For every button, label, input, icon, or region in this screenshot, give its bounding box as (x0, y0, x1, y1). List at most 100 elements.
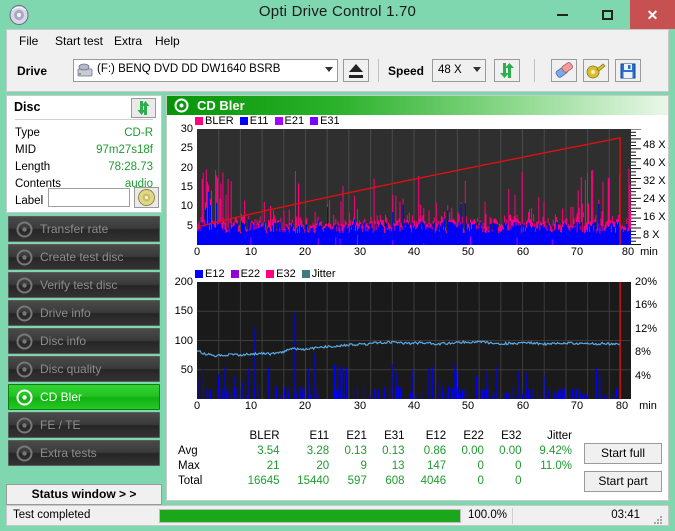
save-icon (616, 63, 640, 85)
ytick-5: 5 (186, 219, 193, 232)
ytick-150: 150 (174, 305, 193, 318)
speed-ruler-icon (631, 129, 641, 245)
disc-refresh-button[interactable] (131, 98, 156, 118)
disc-value-mid: 97m27s18f (96, 144, 153, 156)
maximize-icon (602, 9, 613, 20)
sidebar-item-extra-tests[interactable]: Extra tests (8, 440, 160, 466)
stats-total-e12: 4046 (420, 474, 447, 487)
xtick-60: 60 (516, 400, 530, 412)
legend-label-e22: E22 (240, 268, 261, 280)
stats-avg-jitter: 9.42% (539, 444, 572, 457)
close-button[interactable]: ✕ (630, 0, 675, 29)
title-bar: Opti Drive Control 1.70 ✕ (0, 0, 675, 29)
ytick-15: 15 (180, 181, 193, 193)
minimize-button[interactable] (540, 0, 585, 29)
stats-max-e11: 20 (316, 459, 330, 472)
disc-icon (16, 249, 33, 266)
legend-label-jitter: Jitter (311, 268, 336, 280)
xtick-60: 60 (516, 246, 530, 258)
menu-item-help[interactable]: Help (149, 32, 186, 50)
disc-key-label: Label (15, 195, 44, 207)
disc-tool-button[interactable] (583, 59, 609, 82)
sidebar-item-disc-info[interactable]: Disc info (8, 328, 160, 354)
ytick-30: 30 (180, 123, 193, 135)
eject-bar-icon (349, 75, 363, 78)
stats-col-e32: E32 (501, 429, 522, 442)
eject-button[interactable] (343, 59, 369, 82)
legend-swatch-e21 (274, 117, 283, 125)
status-bar: Test completed 100.0% 03:41 (6, 505, 669, 526)
speed-select[interactable]: 48 X (432, 59, 486, 82)
xlabel-min: min (639, 400, 657, 412)
maximize-button[interactable] (585, 0, 630, 29)
jitter-plot-svg (196, 282, 631, 399)
xtick-30: 30 (353, 246, 367, 258)
disc-icon (174, 98, 189, 113)
disc-panel-header: Disc (7, 96, 161, 119)
cd-icon (135, 189, 158, 211)
stats-col-e31: E31 (384, 429, 405, 442)
stats-col-e12: E12 (425, 429, 447, 442)
bler-plot-area[interactable] (196, 129, 632, 245)
xtick-70: 70 (570, 246, 584, 258)
save-button[interactable] (615, 59, 641, 82)
eraser-icon (552, 62, 576, 85)
erase-button[interactable] (551, 59, 577, 82)
speed-tick-16x: 16 X (643, 211, 666, 223)
start-part-button[interactable]: Start part (584, 471, 662, 492)
panel-header: CD Bler (167, 96, 668, 115)
label-input[interactable] (48, 188, 130, 207)
sidebar-label: Drive info (40, 306, 91, 320)
jitter-plot-area[interactable] (196, 282, 631, 399)
stats-col-bler: BLER (249, 429, 280, 442)
refresh-button[interactable] (494, 59, 520, 82)
jitter-percent-axis: 20% 16% 12% 8% 4% (631, 276, 668, 399)
disc-icon (16, 305, 33, 322)
stats-col-e21: E21 (346, 429, 367, 442)
bler-chart-legend: BLER E11 E21 E31 (195, 115, 346, 127)
xtick-20: 20 (298, 400, 312, 412)
sidebar-item-disc-quality[interactable]: Disc quality (8, 356, 160, 382)
progress-fill (160, 510, 460, 522)
stats-max-e21: 9 (360, 459, 367, 472)
panel-title: CD Bler (197, 98, 245, 113)
table-row: Max 21 20 9 13 147 0 0 11.0% (176, 458, 576, 473)
chevron-down-icon (473, 67, 481, 72)
menu-item-start-test[interactable]: Start test (49, 32, 109, 50)
speed-tick-48x: 48 X (643, 139, 666, 151)
xtick-0: 0 (193, 400, 201, 412)
menu-item-extra[interactable]: Extra (108, 32, 148, 50)
jitter-x-axis: 0 10 20 30 40 50 60 70 80 min (167, 400, 668, 414)
sidebar-item-create-test-disc[interactable]: Create test disc (8, 244, 160, 270)
disc-key-length: Length (15, 161, 51, 173)
legend-label-e31: E31 (320, 115, 340, 127)
stats-col-e22: E22 (463, 429, 484, 442)
drive-select[interactable]: (F:) BENQ DVD DD DW1640 BSRB (73, 59, 338, 82)
table-row: Total 16645 15440 597 608 4046 0 0 (176, 473, 576, 488)
sidebar-item-transfer-rate[interactable]: Transfer rate (8, 216, 160, 242)
stats-avg-bler: 3.54 (257, 444, 280, 457)
xtick-70: 70 (570, 400, 584, 412)
disc-key-mid: MID (15, 144, 37, 156)
stats-avg-e22: 0.00 (461, 444, 484, 457)
sidebar-label: Extra tests (40, 446, 97, 460)
menu-item-file[interactable]: File (13, 32, 44, 50)
disc-row-type: Type CD-R (7, 127, 161, 143)
divider (15, 119, 153, 120)
ytick-10: 10 (180, 200, 193, 213)
start-full-button[interactable]: Start full (584, 443, 662, 464)
speed-tick-40x: 40 X (643, 157, 666, 169)
resize-grip-icon[interactable] (654, 516, 664, 524)
sidebar-item-cd-bler[interactable]: CD Bler (8, 384, 160, 410)
sidebar-item-fe-te[interactable]: FE / TE (8, 412, 160, 438)
label-disc-button[interactable] (134, 187, 159, 208)
stats-max-jitter: 11.0% (540, 459, 572, 472)
status-window-button[interactable]: Status window > > (6, 484, 162, 505)
legend-label-e12: E12 (205, 268, 225, 280)
jitter-chart: E12 E22 E32 Jitter 200 150 100 50 20% 16… (167, 268, 668, 412)
sidebar-item-drive-info[interactable]: Drive info (8, 300, 160, 326)
bler-speed-axis: 48 X 40 X 32 X 24 X 16 X 8 X (631, 129, 668, 245)
bler-plot-svg (196, 129, 632, 245)
legend-swatch-e31 (310, 117, 319, 125)
sidebar-item-verify-test-disc[interactable]: Verify test disc (8, 272, 160, 298)
